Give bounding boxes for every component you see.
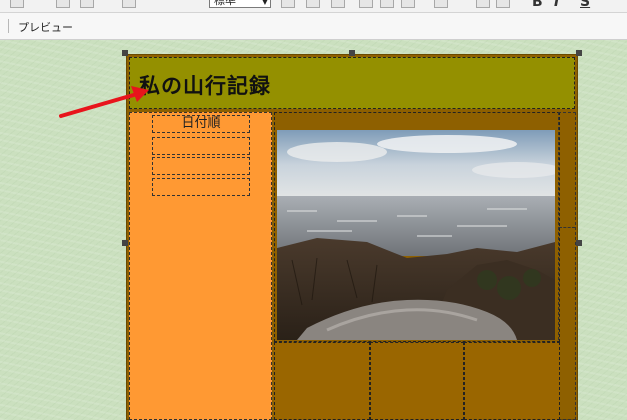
- sidebar-item-date-order[interactable]: 日付順: [152, 115, 250, 133]
- undo-icon[interactable]: [476, 0, 490, 8]
- redo-icon[interactable]: [496, 0, 510, 8]
- right-column[interactable]: [558, 112, 576, 420]
- page-title: 私の山行記録: [139, 74, 271, 98]
- annotation-arrow-icon: [59, 86, 149, 118]
- resize-handle-left[interactable]: [122, 240, 128, 246]
- photo-image: [277, 130, 555, 340]
- outdent-icon[interactable]: [380, 0, 394, 8]
- bottom-cell-2[interactable]: [370, 342, 464, 420]
- resize-handle-top[interactable]: [349, 50, 355, 56]
- sidebar-item-4[interactable]: [152, 178, 250, 196]
- list-icon[interactable]: [401, 0, 415, 8]
- strike-button[interactable]: S: [580, 0, 590, 10]
- page-header[interactable]: 私の山行記録: [129, 57, 575, 109]
- preview-bar: プレビュー: [0, 13, 627, 40]
- formatting-toolbar: 標準 ▼ B I S: [0, 0, 627, 13]
- chevron-down-icon: ▼: [261, 0, 268, 6]
- resize-handle-top-left[interactable]: [122, 50, 128, 56]
- resize-handle-top-right[interactable]: [576, 50, 582, 56]
- bold-button[interactable]: B: [532, 0, 543, 10]
- paragraph-style-value: 標準: [214, 0, 236, 7]
- sidebar-item-2[interactable]: [152, 137, 250, 155]
- table-icon[interactable]: [10, 0, 24, 8]
- image-icon[interactable]: [56, 0, 70, 8]
- layer-icon[interactable]: [80, 0, 94, 8]
- align-center-icon[interactable]: [306, 0, 320, 8]
- resize-handle-right[interactable]: [576, 240, 582, 246]
- paragraph-style-select[interactable]: 標準 ▼: [209, 0, 271, 8]
- italic-button[interactable]: I: [554, 0, 559, 10]
- link-icon[interactable]: [122, 0, 136, 8]
- right-column-divider: [559, 227, 575, 229]
- bottom-cell-1[interactable]: [274, 342, 370, 420]
- sidebar[interactable]: 日付順: [129, 112, 272, 420]
- align-left-icon[interactable]: [281, 0, 295, 8]
- bullets-icon[interactable]: [434, 0, 448, 8]
- bottom-cell-3[interactable]: [464, 342, 560, 420]
- sidebar-item-3[interactable]: [152, 157, 250, 175]
- preview-button[interactable]: プレビュー: [15, 18, 76, 36]
- mountain-view-photo[interactable]: [277, 130, 555, 340]
- toolbar-grip[interactable]: [8, 19, 9, 33]
- indent-icon[interactable]: [359, 0, 373, 8]
- align-right-icon[interactable]: [331, 0, 345, 8]
